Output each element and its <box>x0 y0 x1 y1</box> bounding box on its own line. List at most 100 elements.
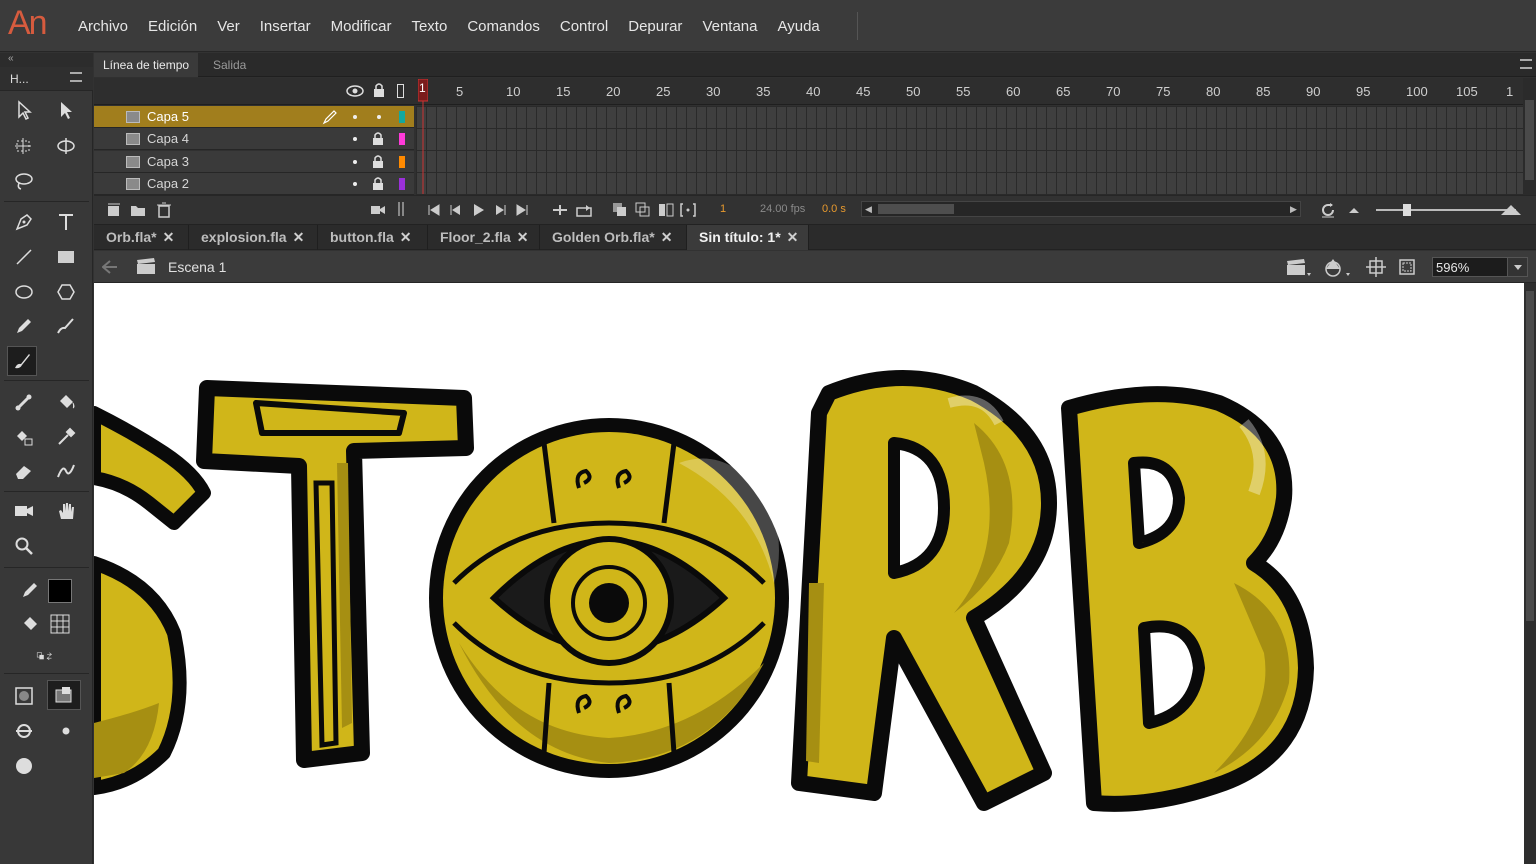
next-frame-icon[interactable] <box>492 202 508 218</box>
tab-output[interactable]: Salida <box>204 53 255 77</box>
document-tab-label[interactable]: button.fla <box>330 229 394 245</box>
layer-row[interactable]: Capa 2 <box>94 172 414 195</box>
timeline-zoom-slider-thumb[interactable] <box>1403 204 1411 216</box>
menu-depurar[interactable]: Depurar <box>618 18 692 35</box>
timeline-vertical-scrollbar[interactable] <box>1523 78 1536 195</box>
hand-tool[interactable] <box>51 496 81 526</box>
delete-layer-icon[interactable] <box>156 202 172 218</box>
camera-tool[interactable] <box>9 496 39 526</box>
paint-brush-tool[interactable] <box>51 311 81 341</box>
stage-vertical-scrollbar[interactable] <box>1524 283 1536 864</box>
playhead[interactable] <box>418 79 428 194</box>
reset-zoom-icon[interactable] <box>1320 202 1336 218</box>
tab-timeline[interactable]: Línea de tiempo <box>94 53 199 77</box>
close-icon[interactable]: ✕ <box>787 229 799 245</box>
eyedropper-tool[interactable] <box>51 422 81 452</box>
camera-toggle-icon[interactable] <box>370 202 386 218</box>
close-icon[interactable]: ✕ <box>163 229 175 245</box>
layer-row[interactable]: Capa 4 <box>94 128 414 151</box>
zoom-in-timeline-icon[interactable] <box>1500 202 1522 218</box>
new-folder-icon[interactable] <box>130 202 146 218</box>
ink-bottle-tool[interactable] <box>9 422 39 452</box>
menu-texto[interactable]: Texto <box>401 18 457 35</box>
polystar-tool[interactable] <box>51 277 81 307</box>
layer-name[interactable]: Capa 2 <box>147 176 189 191</box>
lock-icon[interactable] <box>372 176 384 191</box>
current-frame-value[interactable]: 1 <box>720 203 726 215</box>
center-stage-icon[interactable] <box>1366 257 1386 277</box>
zoom-tool[interactable] <box>9 531 39 561</box>
close-icon[interactable]: ✕ <box>400 229 412 245</box>
document-tab-label[interactable]: Golden Orb.fla* <box>552 229 655 245</box>
close-icon[interactable]: ✕ <box>661 229 673 245</box>
first-frame-icon[interactable] <box>426 202 442 218</box>
oval-tool[interactable] <box>9 277 39 307</box>
outline-toggle-icon[interactable] <box>397 84 404 98</box>
timeline-hscroll-thumb[interactable] <box>878 204 954 214</box>
brush-tool[interactable] <box>7 346 37 376</box>
document-tab[interactable]: Golden Orb.fla* ✕ <box>540 225 687 250</box>
new-layer-icon[interactable] <box>106 202 122 218</box>
fill-none-swatch[interactable] <box>45 609 75 639</box>
subselection-tool[interactable] <box>51 95 81 125</box>
document-tab[interactable]: Orb.fla* ✕ <box>94 225 189 250</box>
rectangle-tool[interactable] <box>51 242 81 272</box>
scroll-right-icon[interactable]: ▶ <box>1290 204 1297 215</box>
pen-tool[interactable] <box>9 207 39 237</box>
lock-icon[interactable] <box>372 131 384 146</box>
menu-comandos[interactable]: Comandos <box>457 18 550 35</box>
free-transform-tool[interactable] <box>9 131 39 161</box>
menu-ayuda[interactable]: Ayuda <box>768 18 830 35</box>
layer-color-swatch[interactable] <box>399 155 405 168</box>
document-tab[interactable]: explosion.fla ✕ <box>189 225 318 250</box>
back-arrow-icon[interactable] <box>102 260 118 274</box>
loop-icon[interactable] <box>576 202 592 218</box>
paint-bucket-tool[interactable] <box>51 387 81 417</box>
timeline-ruler[interactable]: 1510152025303540455055606570758085909510… <box>94 78 1536 105</box>
layer-color-swatch[interactable] <box>399 133 405 146</box>
tools-collapse-bar[interactable]: « <box>0 53 93 67</box>
brush-mode-selector[interactable] <box>9 716 39 746</box>
lock-icon[interactable] <box>372 82 386 98</box>
line-tool[interactable] <box>9 242 39 272</box>
menu-modificar[interactable]: Modificar <box>321 18 402 35</box>
lock-fill-toggle[interactable] <box>47 680 81 710</box>
menu-ventana[interactable]: Ventana <box>692 18 767 35</box>
layer-color-swatch[interactable] <box>399 177 405 190</box>
width-tool[interactable] <box>51 456 81 486</box>
zoom-dropdown[interactable]: 596% <box>1432 257 1528 277</box>
edit-scene-icon[interactable] <box>1286 257 1312 277</box>
layer-color-swatch[interactable] <box>399 111 405 123</box>
onion-skin-outline-icon[interactable] <box>635 202 651 218</box>
layer-name[interactable]: Capa 5 <box>147 109 189 124</box>
timeline-scroll-thumb[interactable] <box>1525 100 1534 180</box>
menu-control[interactable]: Control <box>550 18 618 35</box>
document-tab-label[interactable]: explosion.fla <box>201 229 287 245</box>
document-tab-label[interactable]: Sin título: 1* <box>699 229 781 245</box>
layer-row[interactable]: Capa 3 <box>94 150 414 173</box>
stroke-color-tool[interactable] <box>15 575 45 605</box>
visibility-dot[interactable] <box>353 159 357 164</box>
brush-size-selector[interactable] <box>51 716 81 746</box>
eraser-tool[interactable] <box>9 456 39 486</box>
text-tool[interactable] <box>51 207 81 237</box>
edit-symbols-icon[interactable] <box>1324 256 1352 278</box>
menu-ver[interactable]: Ver <box>207 18 250 35</box>
zoom-value[interactable]: 596% <box>1436 260 1469 275</box>
pencil-tool[interactable] <box>9 311 39 341</box>
time-value[interactable]: 0.0 s <box>822 203 846 215</box>
fill-color-tool[interactable] <box>15 609 45 639</box>
menu-insertar[interactable]: Insertar <box>250 18 321 35</box>
layer-row[interactable]: Capa 5 <box>94 106 414 128</box>
zoom-out-timeline-icon[interactable] <box>1346 202 1362 218</box>
scroll-left-icon[interactable]: ◀ <box>865 204 872 215</box>
panel-grip-icon[interactable] <box>398 202 404 216</box>
visibility-dot[interactable] <box>353 181 357 186</box>
zoom-dropdown-arrow[interactable] <box>1507 258 1527 276</box>
timeline-horizontal-scrollbar[interactable]: ◀ ▶ <box>861 201 1301 217</box>
menu-archivo[interactable]: Archivo <box>68 18 138 35</box>
document-tab-label[interactable]: Floor_2.fla <box>440 229 511 245</box>
clip-stage-icon[interactable] <box>1397 257 1417 277</box>
swap-colors-button[interactable] <box>26 641 66 671</box>
stage[interactable] <box>94 283 1524 864</box>
